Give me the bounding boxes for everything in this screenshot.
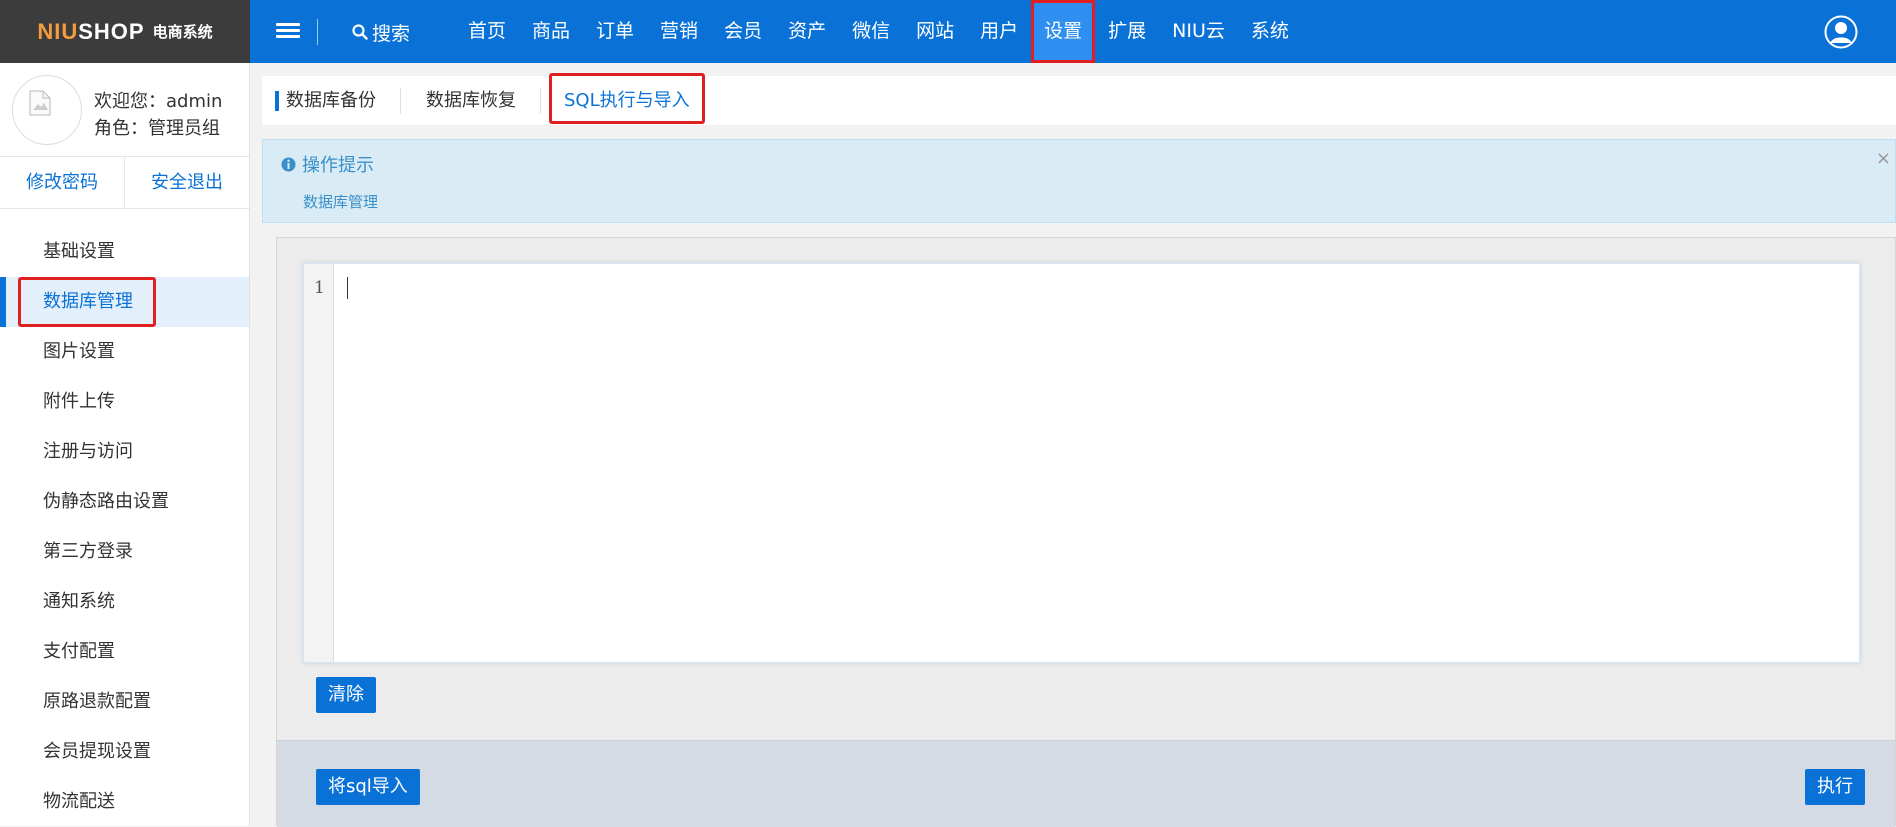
search-label: 搜索: [372, 22, 411, 45]
sidebar-item-database[interactable]: 数据库管理: [0, 277, 249, 327]
nav-extensions[interactable]: 扩展: [1095, 0, 1159, 63]
avatar[interactable]: [12, 75, 82, 145]
sidebar-item-basic-settings[interactable]: 基础设置: [0, 227, 249, 277]
nav-goods[interactable]: 商品: [519, 0, 583, 63]
tab-sql-execute-import[interactable]: SQL执行与导入: [549, 73, 705, 125]
nav-settings[interactable]: 设置: [1031, 0, 1096, 63]
sidebar-item-image-settings[interactable]: 图片设置: [0, 327, 249, 377]
sidebar-item-logistics[interactable]: 物流配送: [0, 777, 249, 827]
nav-assets[interactable]: 资产: [775, 0, 839, 63]
tips-title-text: 操作提示: [302, 155, 374, 176]
sql-editor[interactable]: 1: [303, 263, 1860, 663]
nav-users[interactable]: 用户: [967, 0, 1031, 63]
highlight-box: [18, 277, 156, 327]
nav-niu-cloud[interactable]: NIU云: [1159, 0, 1238, 63]
sidebar-item-rewrite-routes[interactable]: 伪静态路由设置: [0, 477, 249, 527]
nav-members[interactable]: 会员: [711, 0, 775, 63]
sidebar-item-attachment-upload[interactable]: 附件上传: [0, 377, 249, 427]
nav-system[interactable]: 系统: [1238, 0, 1302, 63]
user-account-icon[interactable]: [1824, 15, 1858, 49]
sql-panel: 1 清除 将sql导入 执行: [276, 237, 1896, 827]
settings-menu: 基础设置 数据库管理 图片设置 附件上传 注册与访问 伪静态路由设置 第三方登录…: [0, 209, 249, 827]
search-icon: [352, 24, 368, 40]
sidebar: 欢迎您：admin 角色：管理员组 修改密码 安全退出 基础设置 数据库管理 图…: [0, 63, 250, 826]
tab-bar: 数据库备份 数据库恢复 SQL执行与导入: [262, 73, 1896, 125]
sidebar-item-notification[interactable]: 通知系统: [0, 577, 249, 627]
nav-website[interactable]: 网站: [903, 0, 967, 63]
divider: [317, 19, 318, 45]
tab-database-backup[interactable]: 数据库备份: [262, 76, 400, 125]
nav-orders[interactable]: 订单: [583, 0, 647, 63]
search-button[interactable]: 搜索: [352, 20, 411, 45]
close-icon[interactable]: ×: [1876, 148, 1891, 169]
logo-subtitle: 电商系统: [152, 23, 213, 41]
account-actions: 修改密码 安全退出: [0, 157, 249, 209]
sidebar-item-third-party-login[interactable]: 第三方登录: [0, 527, 249, 577]
logo[interactable]: NIUSHOP 电商系统: [0, 0, 250, 63]
clear-button[interactable]: 清除: [316, 677, 376, 713]
top-navbar: NIUSHOP 电商系统 搜索 首页 商品 订单 营销 会员 资产 微信 网站 …: [0, 0, 1896, 63]
execute-button[interactable]: 执行: [1805, 769, 1865, 805]
line-number: 1: [314, 278, 325, 298]
info-icon: [281, 157, 296, 171]
change-password-link[interactable]: 修改密码: [0, 157, 125, 208]
welcome-text: 欢迎您：admin: [94, 91, 223, 112]
nav-wechat[interactable]: 微信: [839, 0, 903, 63]
logout-link[interactable]: 安全退出: [125, 157, 249, 208]
broken-image-icon: [29, 90, 51, 116]
panel-footer: 将sql导入 执行: [277, 740, 1895, 827]
main-nav: 首页 商品 订单 营销 会员 资产 微信 网站 用户 设置 扩展 NIU云 系统: [455, 0, 1302, 63]
sidebar-item-refund[interactable]: 原路退款配置: [0, 677, 249, 727]
nav-home[interactable]: 首页: [455, 0, 519, 63]
tab-database-restore[interactable]: 数据库恢复: [401, 76, 540, 125]
hamburger-menu-icon[interactable]: [276, 20, 300, 42]
tips-title: 操作提示: [281, 151, 374, 177]
import-sql-button[interactable]: 将sql导入: [316, 769, 420, 805]
highlight-box: [549, 73, 705, 124]
divider: [540, 87, 541, 114]
tips-body: 数据库管理: [303, 193, 379, 211]
tips-panel: 操作提示 数据库管理 ×: [262, 139, 1896, 223]
sidebar-item-register-access[interactable]: 注册与访问: [0, 427, 249, 477]
text-cursor: [347, 277, 348, 299]
sidebar-item-withdrawal[interactable]: 会员提现设置: [0, 727, 249, 777]
line-number-gutter: 1: [304, 264, 334, 662]
logo-brand: NIUSHOP: [37, 18, 145, 44]
role-text: 角色：管理员组: [94, 118, 220, 139]
user-profile: 欢迎您：admin 角色：管理员组: [0, 63, 249, 157]
sidebar-item-payment[interactable]: 支付配置: [0, 627, 249, 677]
nav-marketing[interactable]: 营销: [647, 0, 711, 63]
